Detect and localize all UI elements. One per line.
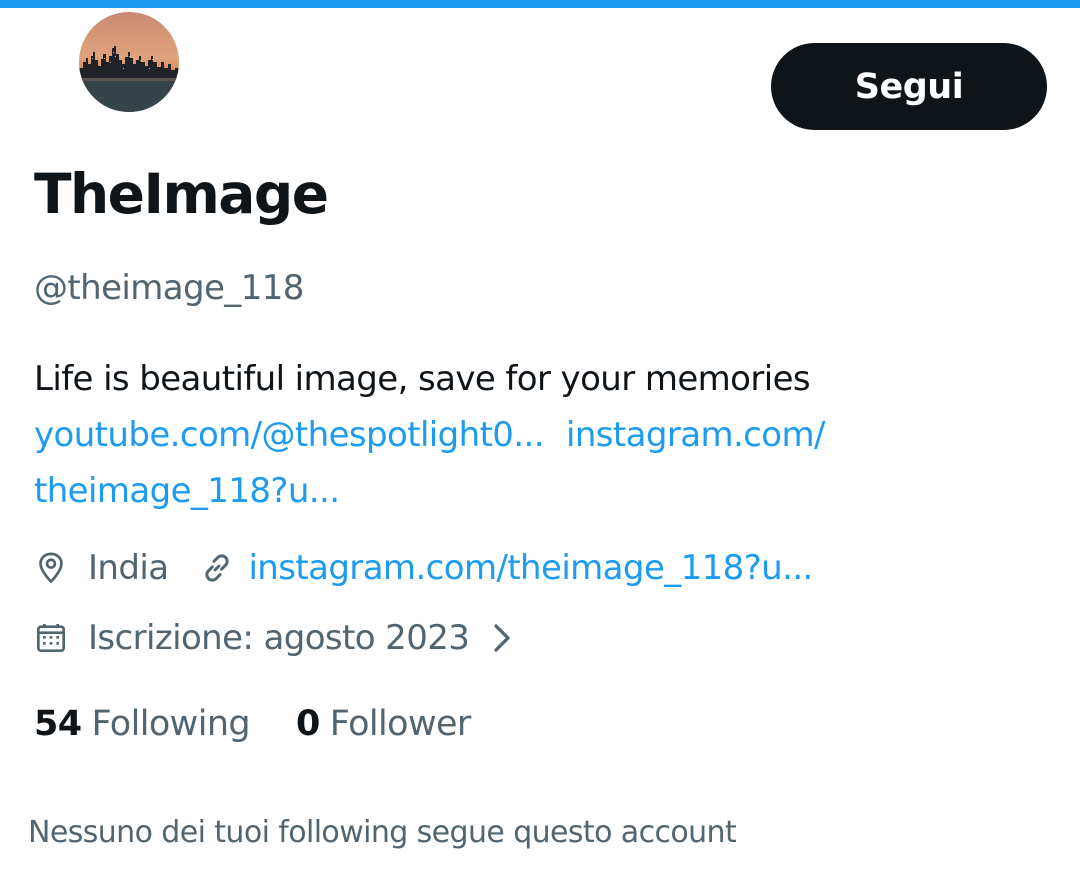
youtube-link[interactable]: youtube.com/@thespotlight0... — [34, 415, 545, 455]
instagram-link-part1[interactable]: instagram.com/ — [566, 415, 825, 455]
following-label: Following — [91, 704, 251, 744]
bio: Life is beautiful image, save for your m… — [34, 351, 1044, 519]
bio-links-line-2: theimage_118?u... — [34, 463, 1044, 519]
profile-meta-joined: Iscrizione: agosto 2023 — [34, 618, 517, 658]
city-skyline-avatar-image — [79, 12, 179, 112]
website-link[interactable]: instagram.com/theimage_118?u... — [248, 548, 813, 588]
joined-date: Iscrizione: agosto 2023 — [88, 618, 470, 658]
following-stat[interactable]: 54 Following — [34, 704, 251, 744]
followers-count: 0 — [296, 704, 320, 744]
followers-label: Follower — [329, 704, 472, 744]
bio-text: Life is beautiful image, save for your m… — [34, 359, 811, 399]
location-pin-icon — [34, 551, 68, 585]
header-banner — [0, 0, 1080, 8]
follow-stats: 54 Following 0 Follower — [34, 704, 471, 744]
mutual-followers-note: Nessuno dei tuoi following segue questo … — [28, 815, 737, 850]
follow-button[interactable]: Segui — [771, 43, 1047, 130]
display-name: TheImage — [34, 162, 329, 226]
avatar[interactable] — [76, 9, 182, 115]
instagram-link-part2[interactable]: theimage_118?u... — [34, 471, 340, 511]
chevron-right-icon[interactable] — [493, 621, 517, 655]
link-icon — [200, 551, 234, 585]
followers-stat[interactable]: 0 Follower — [296, 704, 471, 744]
user-handle: @theimage_118 — [34, 268, 304, 308]
bio-links-line: youtube.com/@thespotlight0... instagram.c… — [34, 407, 1044, 463]
calendar-icon — [34, 621, 68, 655]
location-text: India — [88, 548, 169, 588]
profile-meta-location: India instagram.com/theimage_118?u... — [34, 548, 813, 588]
following-count: 54 — [34, 704, 82, 744]
